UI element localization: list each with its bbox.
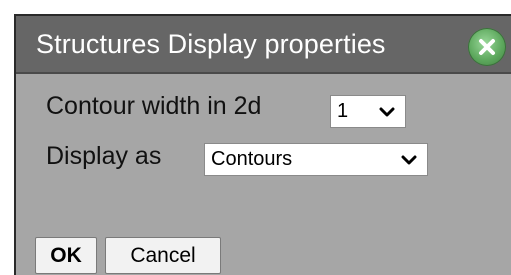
cancel-button[interactable]: Cancel (105, 237, 221, 274)
structures-display-dialog: Structures Display properties Contour wi… (14, 14, 511, 275)
ok-button[interactable]: OK (35, 237, 97, 274)
dialog-title: Structures Display properties (36, 29, 386, 59)
close-button[interactable] (468, 28, 506, 66)
display-as-select[interactable]: Contours (204, 143, 428, 176)
contour-width-select[interactable]: 1 (330, 95, 406, 128)
close-icon (479, 39, 495, 55)
dialog-titlebar[interactable]: Structures Display properties (16, 16, 511, 74)
chevron-down-icon (379, 107, 395, 117)
contour-width-label: Contour width in 2d (46, 92, 262, 120)
display-as-value: Contours (211, 148, 293, 170)
contour-width-value: 1 (337, 100, 349, 122)
chevron-down-icon (401, 155, 417, 165)
display-as-label: Display as (46, 142, 162, 170)
